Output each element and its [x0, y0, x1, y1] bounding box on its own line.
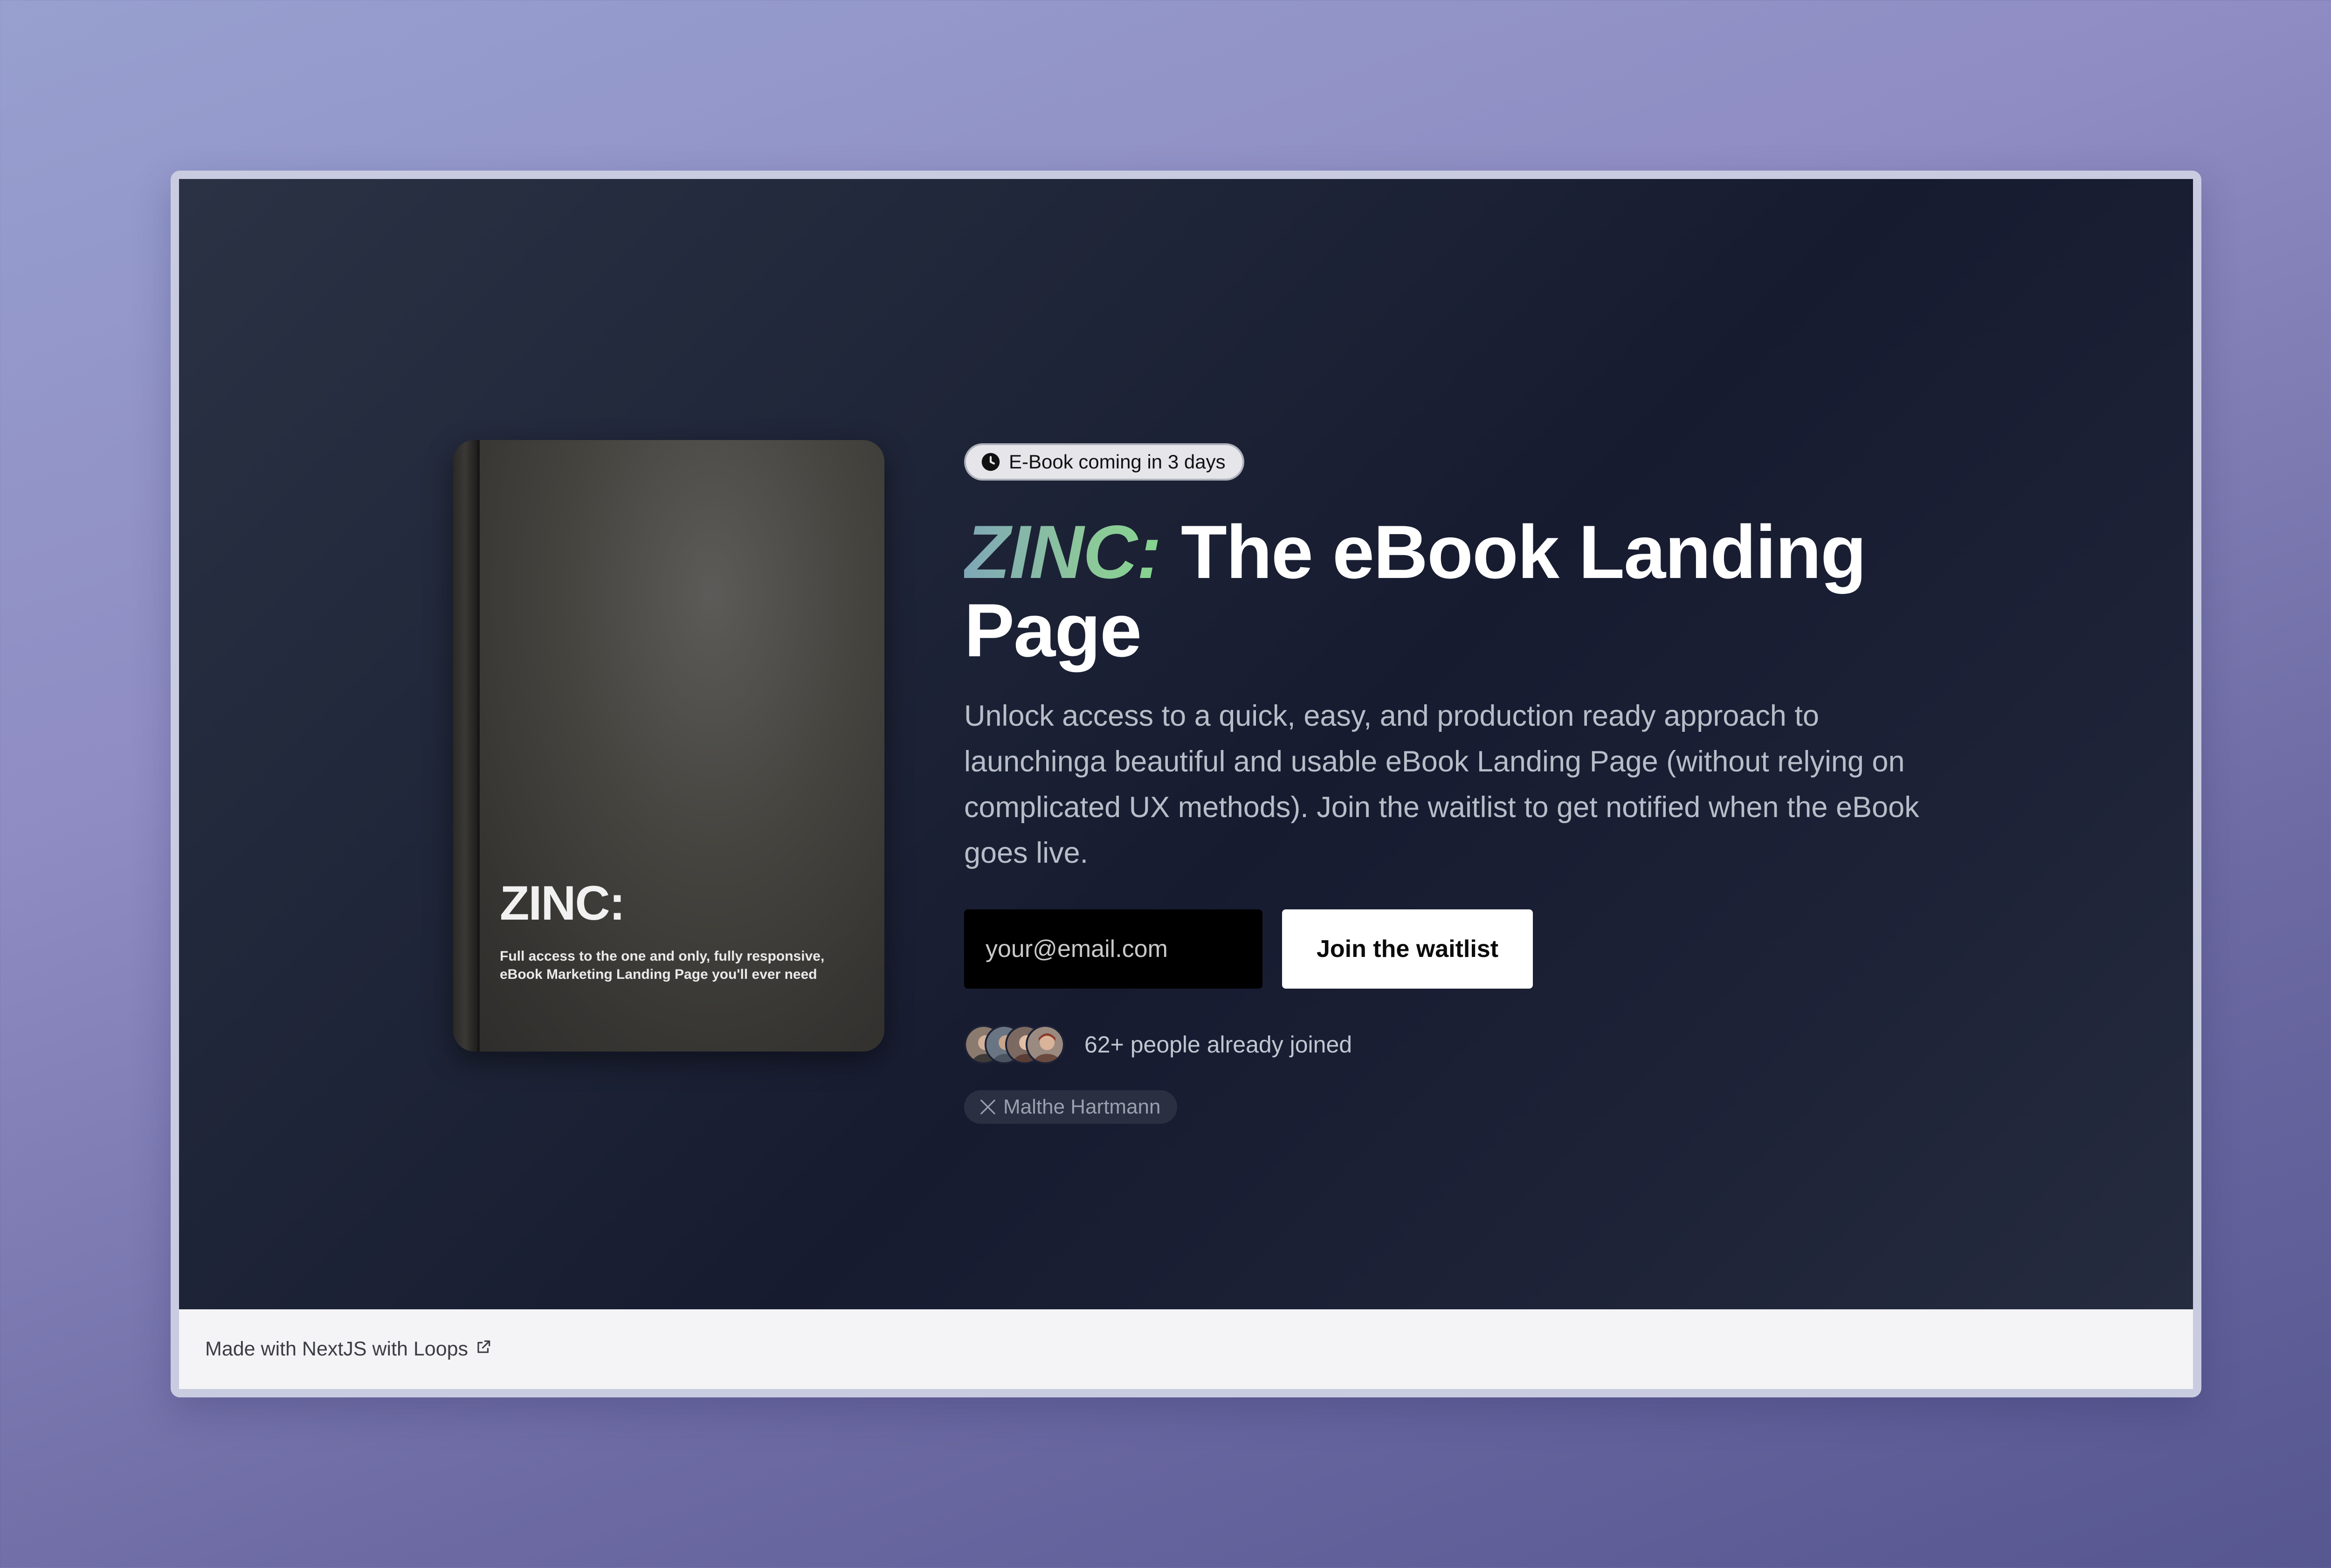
- hero-description: Unlock access to a quick, easy, and prod…: [964, 700, 1919, 869]
- waitlist-form: Join the waitlist: [964, 909, 1943, 989]
- join-waitlist-button[interactable]: Join the waitlist: [1282, 909, 1533, 989]
- x-logo-icon: [980, 1100, 995, 1114]
- footer-text: Made with NextJS with Loops: [205, 1338, 469, 1360]
- badge-label: E-Book coming in 3 days: [1009, 451, 1226, 473]
- avatar-group: [964, 1025, 1065, 1064]
- clock-icon: [981, 453, 1000, 471]
- external-link-icon: [477, 1340, 490, 1353]
- made-with-link[interactable]: Made with NextJS with Loops: [205, 1338, 492, 1361]
- author-link[interactable]: Malthe Hartmann: [964, 1090, 1178, 1124]
- ebook-cover-title: ZINC:: [500, 876, 625, 930]
- page-footer: Made with NextJS with Loops: [179, 1309, 2193, 1389]
- launch-countdown-badge: E-Book coming in 3 days: [964, 443, 1244, 481]
- page-viewport: ZINC: Full access to the one and only, f…: [179, 179, 2193, 1389]
- page-title: ZINC: The eBook Landing Page: [964, 513, 1943, 670]
- hero-section: ZINC: Full access to the one and only, f…: [179, 179, 2193, 1309]
- author-name: Malthe Hartmann: [1003, 1095, 1161, 1118]
- ebook-spine: [453, 440, 480, 1052]
- ebook-cover-subtitle: Full access to the one and only, fully r…: [500, 949, 825, 982]
- joined-count-text: 62+ people already joined: [1084, 1032, 1352, 1058]
- social-proof: 62+ people already joined: [964, 1025, 1943, 1064]
- ebook-cover: ZINC: Full access to the one and only, f…: [453, 440, 884, 1052]
- brand-name: ZINC:: [964, 510, 1162, 594]
- email-input[interactable]: [964, 909, 1262, 989]
- browser-frame: ZINC: Full access to the one and only, f…: [171, 171, 2201, 1397]
- hero-content: E-Book coming in 3 days ZINC: The eBook …: [964, 443, 1943, 1124]
- avatar: [1026, 1025, 1065, 1064]
